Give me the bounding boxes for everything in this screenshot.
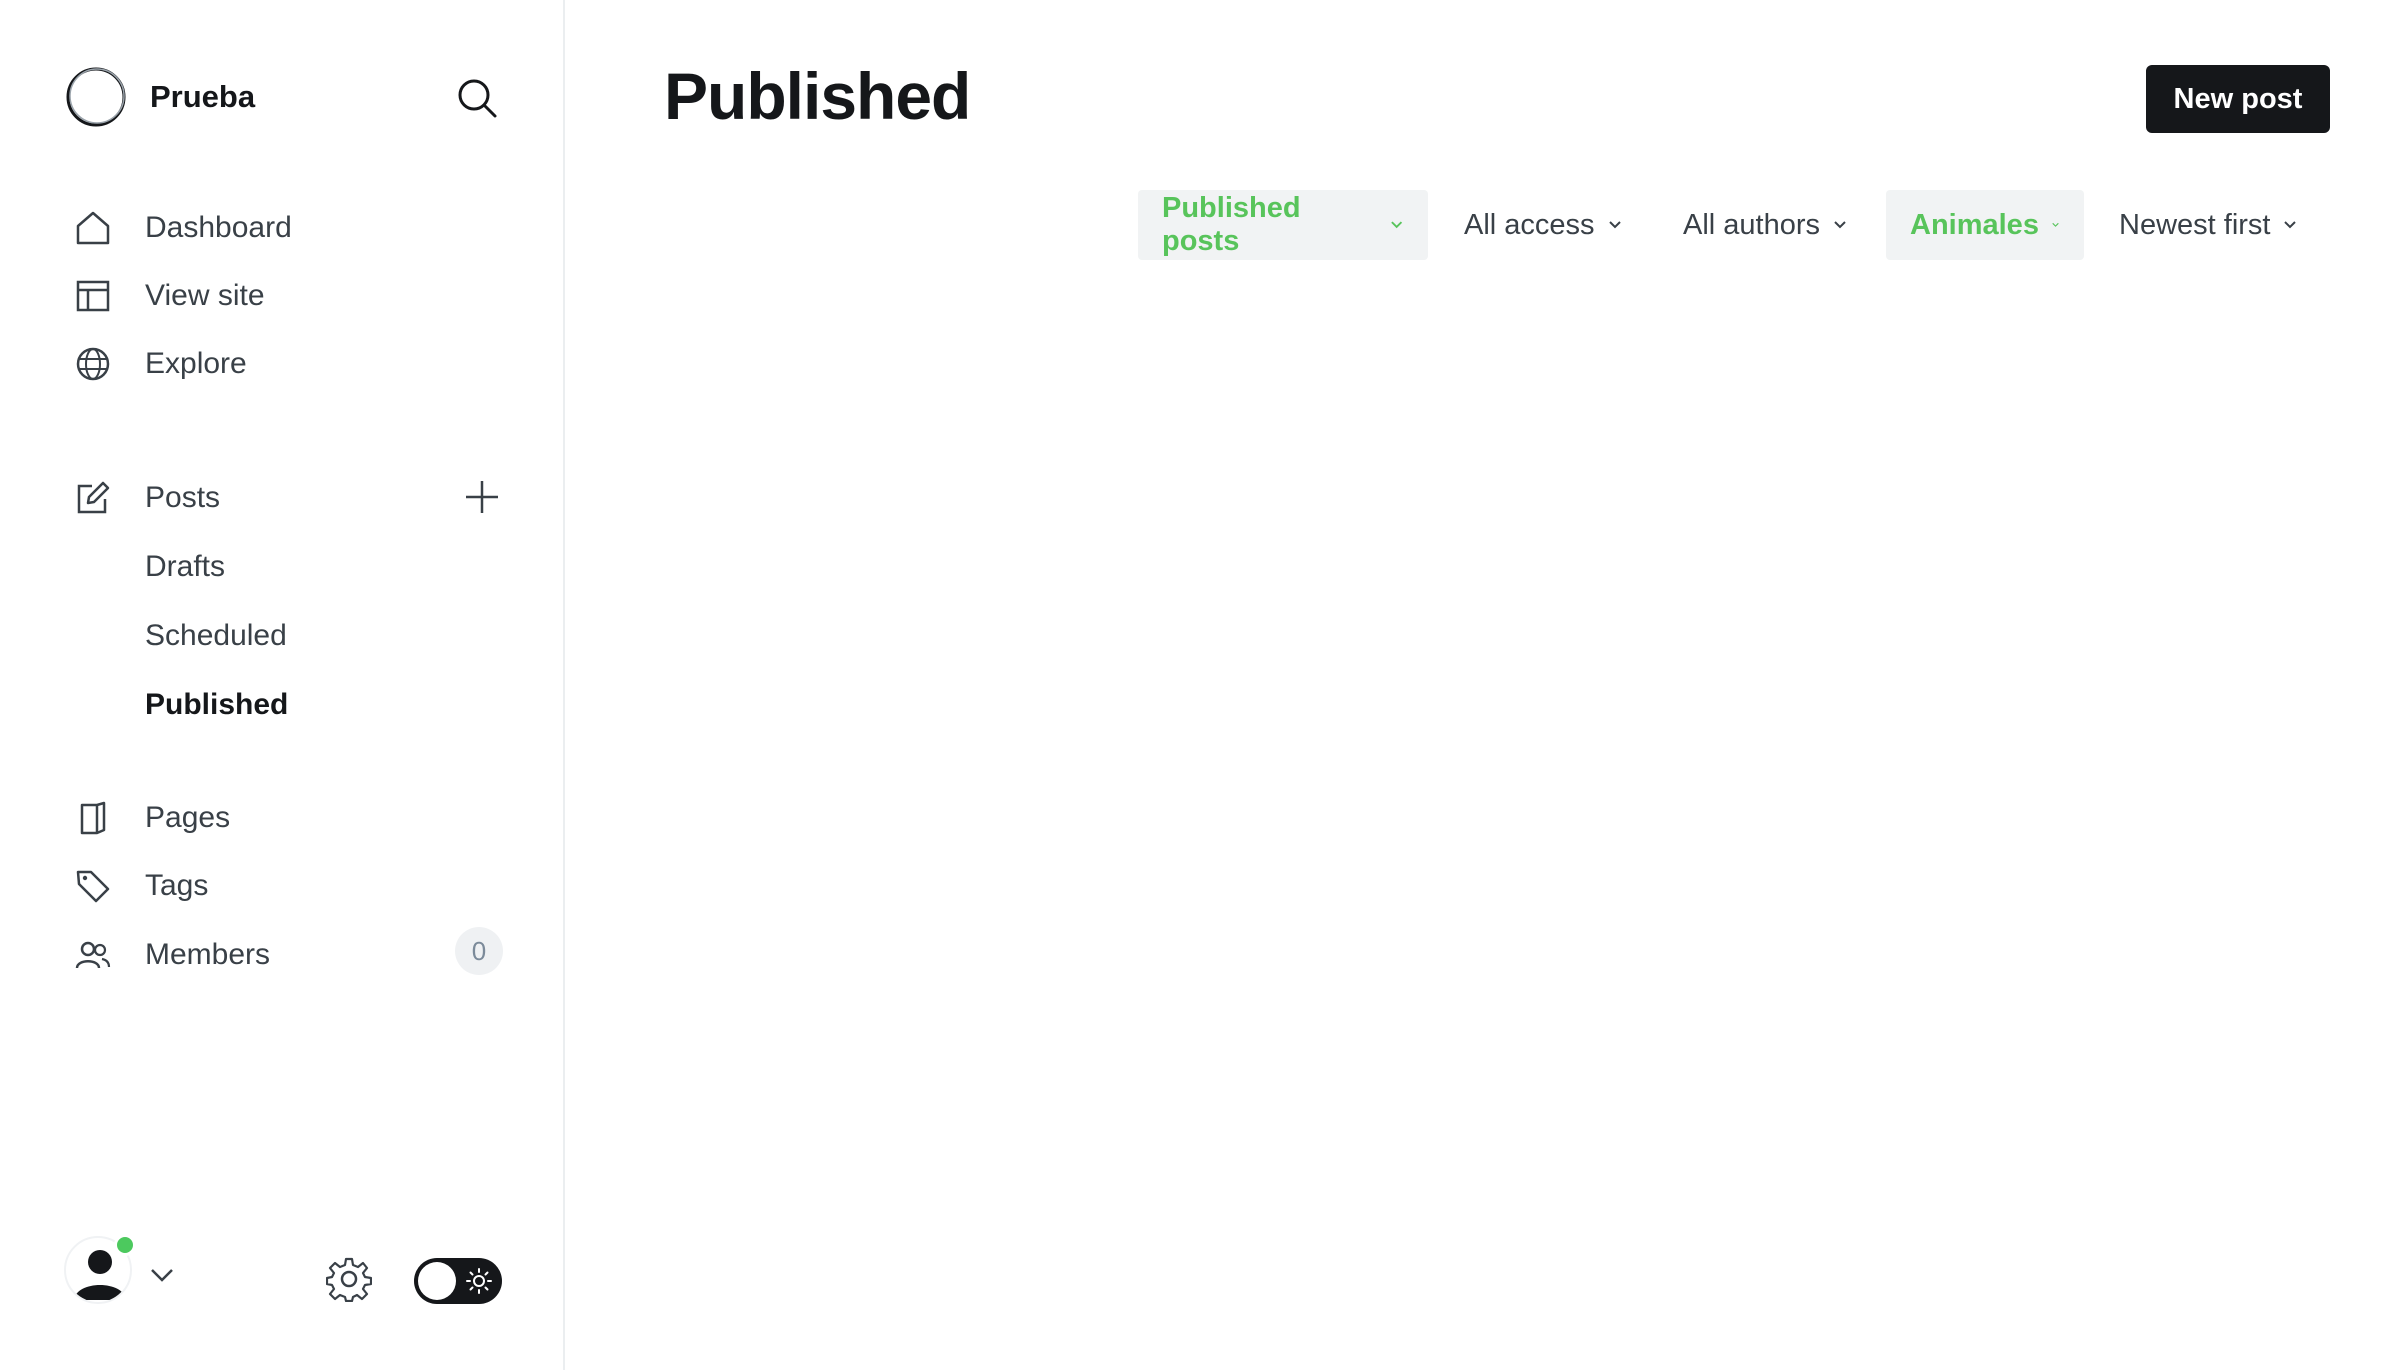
app: Prueba Dashboard View site Explore Posts…: [0, 0, 2400, 1370]
chevron-down-icon[interactable]: [148, 1264, 176, 1286]
page-icon: [74, 799, 112, 837]
layout-icon: [74, 277, 112, 315]
sidebar-item-view-site[interactable]: View site: [74, 268, 514, 324]
sidebar-item-pages[interactable]: Pages: [74, 790, 514, 846]
new-post-button[interactable]: New post: [2146, 65, 2330, 133]
sidebar-item-label: View site: [145, 279, 265, 312]
members-icon: [74, 936, 112, 974]
sidebar-item-posts[interactable]: Posts: [74, 470, 454, 526]
filter-order[interactable]: Newest first: [2095, 190, 2322, 260]
sidebar: Prueba Dashboard View site Explore Posts…: [0, 0, 565, 1370]
filter-post-type[interactable]: Published posts: [1138, 190, 1428, 260]
tag-icon: [74, 867, 112, 905]
chevron-down-icon: [2052, 222, 2059, 227]
members-count-badge: 0: [455, 927, 503, 975]
sidebar-item-members[interactable]: Members: [74, 927, 454, 983]
filter-label: All authors: [1683, 208, 1821, 241]
filter-authors[interactable]: All authors: [1659, 190, 1872, 260]
filter-label: All access: [1464, 208, 1595, 241]
brand[interactable]: Prueba: [64, 64, 255, 130]
filter-label: Animales: [1910, 208, 2039, 241]
gear-icon[interactable]: [326, 1256, 372, 1302]
edit-icon: [74, 479, 112, 517]
chevron-down-icon: [1608, 221, 1621, 229]
globe-icon: [74, 345, 112, 383]
sun-icon: [466, 1268, 492, 1294]
sidebar-item-tags[interactable]: Tags: [74, 858, 514, 914]
sidebar-item-label: Explore: [145, 347, 247, 380]
sidebar-item-label: Posts: [145, 481, 221, 514]
logo-icon: [66, 67, 126, 127]
chevron-down-icon: [1834, 221, 1846, 229]
theme-toggle[interactable]: [414, 1258, 502, 1304]
toggle-knob: [418, 1262, 456, 1300]
sidebar-item-scheduled[interactable]: Scheduled: [145, 608, 287, 664]
sidebar-item-label: Dashboard: [145, 211, 292, 244]
page-title: Published: [664, 59, 971, 133]
filter-label: Published posts: [1162, 192, 1301, 257]
sidebar-item-drafts[interactable]: Drafts: [145, 539, 225, 595]
brand-name: Prueba: [150, 79, 256, 114]
sidebar-item-label: Members: [145, 938, 271, 971]
online-status-dot: [114, 1234, 136, 1256]
filter-tag[interactable]: Animales: [1886, 190, 2084, 260]
sidebar-item-published[interactable]: Published: [145, 677, 288, 733]
filter-label: Newest first: [2119, 208, 2271, 241]
sidebar-item-explore[interactable]: Explore: [74, 336, 514, 392]
sidebar-item-label: Pages: [145, 801, 231, 834]
chevron-down-icon: [2284, 221, 2297, 229]
sidebar-item-label: Tags: [145, 869, 209, 902]
filter-access[interactable]: All access: [1440, 190, 1647, 260]
search-icon[interactable]: [455, 76, 499, 120]
plus-icon[interactable]: [462, 477, 502, 517]
home-icon: [74, 209, 112, 247]
sidebar-item-dashboard[interactable]: Dashboard: [74, 200, 514, 256]
posts-list-empty: [664, 300, 2330, 1300]
chevron-down-icon: [1390, 221, 1402, 229]
